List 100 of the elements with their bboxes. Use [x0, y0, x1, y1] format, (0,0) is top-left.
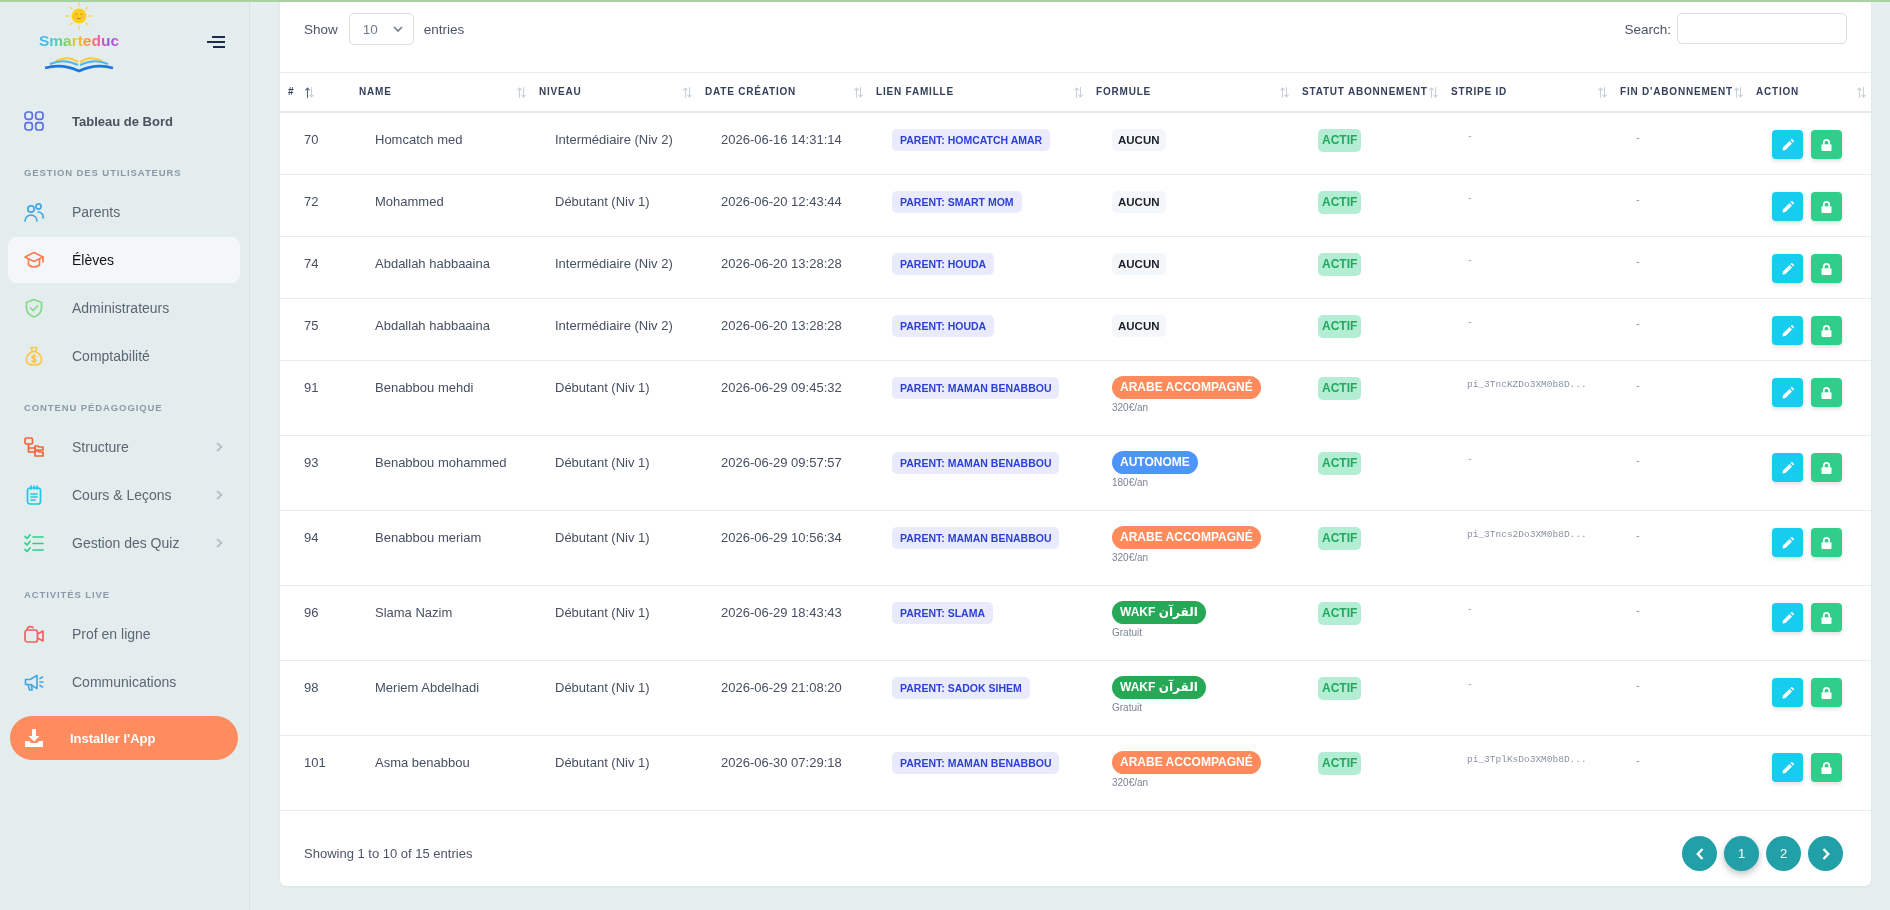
- edit-button[interactable]: [1772, 603, 1803, 632]
- column-header[interactable]: ACTION: [1756, 86, 1800, 98]
- lock-button[interactable]: [1811, 316, 1842, 345]
- level-text: Débutant (Niv 1): [555, 454, 650, 472]
- level-text: Débutant (Niv 1): [555, 529, 650, 547]
- edit-button[interactable]: [1772, 130, 1803, 159]
- lock-button[interactable]: [1811, 130, 1842, 159]
- notepad-icon: [24, 485, 44, 505]
- users-icon: [24, 202, 44, 222]
- plan-price: 320€/an: [1112, 552, 1149, 563]
- lock-button[interactable]: [1811, 603, 1842, 632]
- search-field[interactable]: [1677, 13, 1847, 44]
- edit-button[interactable]: [1772, 316, 1803, 345]
- column-header[interactable]: FORMULE: [1096, 86, 1152, 98]
- nav-item[interactable]: Parents: [8, 189, 240, 235]
- lock-icon: [1821, 386, 1832, 399]
- pencil-icon: [1781, 324, 1794, 337]
- column-header[interactable]: #: [288, 86, 295, 98]
- stripe-id: -: [1467, 192, 1473, 206]
- pencil-icon: [1781, 200, 1794, 213]
- nav-item[interactable]: Administrateurs: [8, 285, 240, 331]
- entries-select[interactable]: 10: [348, 13, 414, 45]
- lock-button[interactable]: [1811, 192, 1842, 221]
- status-badge: ACTIF: [1318, 452, 1362, 475]
- edit-button[interactable]: [1772, 453, 1803, 482]
- edit-button[interactable]: [1772, 192, 1803, 221]
- lock-icon: [1821, 686, 1832, 699]
- end-date: -: [1636, 378, 1640, 393]
- lock-icon: [1821, 262, 1832, 275]
- parent-badge: PARENT: HOMCATCH AMAR: [892, 129, 1051, 151]
- sun-icon: [63, 2, 95, 30]
- student-name: Benabbou mohammed: [375, 454, 507, 472]
- column-header[interactable]: DATE CRÉATION: [705, 86, 797, 98]
- student-name: Abdallah habbaaina: [375, 317, 490, 335]
- created-date: 2026-06-20 13:28:28: [721, 255, 842, 273]
- student-name: Benabbou meriam: [375, 529, 482, 547]
- student-name: Benabbou mehdi: [375, 379, 474, 397]
- entries-info: Showing 1 to 10 of 15 entries: [304, 846, 473, 861]
- column-header[interactable]: STATUT ABONNEMENT: [1302, 86, 1428, 98]
- column-header[interactable]: NAME: [359, 86, 392, 98]
- status-badge: ACTIF: [1318, 315, 1362, 338]
- plan-price: Gratuit: [1112, 702, 1142, 713]
- status-badge: ACTIF: [1318, 377, 1362, 400]
- lock-button[interactable]: [1811, 453, 1842, 482]
- row-id: 93: [304, 454, 319, 472]
- edit-button[interactable]: [1772, 678, 1803, 707]
- edit-button[interactable]: [1772, 254, 1803, 283]
- pencil-icon: [1781, 386, 1794, 399]
- plan-badge: WAKF القرآن: [1112, 601, 1206, 624]
- nav-item[interactable]: Structure: [8, 424, 240, 470]
- column-header[interactable]: STRIPE ID: [1451, 86, 1508, 98]
- stripe-id: -: [1467, 316, 1473, 330]
- end-date: -: [1636, 254, 1640, 269]
- chevron-left-icon: [1695, 847, 1704, 860]
- row-id: 101: [304, 754, 326, 772]
- plan-badge: AUCUN: [1112, 315, 1166, 337]
- edit-button[interactable]: [1772, 528, 1803, 557]
- nav-item[interactable]: Cours & Leçons: [8, 472, 240, 518]
- lock-button[interactable]: [1811, 378, 1842, 407]
- student-name: Meriem Abdelhadi: [375, 679, 480, 697]
- pencil-icon: [1781, 761, 1794, 774]
- lock-button[interactable]: [1811, 753, 1842, 782]
- end-date: -: [1636, 316, 1640, 331]
- end-date: -: [1636, 453, 1640, 468]
- lock-icon: [1821, 138, 1832, 151]
- parent-badge: PARENT: HOUDA: [892, 315, 995, 337]
- lock-button[interactable]: [1811, 528, 1842, 557]
- lock-button[interactable]: [1811, 678, 1842, 707]
- previous-page-button[interactable]: [1682, 836, 1717, 871]
- edit-button[interactable]: [1772, 753, 1803, 782]
- nav-item[interactable]: Gestion des Quiz: [8, 520, 240, 566]
- nav-item[interactable]: Élèves: [8, 237, 240, 283]
- level-text: Intermédiaire (Niv 2): [555, 255, 673, 273]
- lock-button[interactable]: [1811, 254, 1842, 283]
- entries-label: entries: [423, 21, 465, 37]
- end-date: -: [1636, 192, 1640, 207]
- plan-badge: ARABE ACCOMPAGNÉ: [1112, 526, 1261, 549]
- student-name: Asma benabbou: [375, 754, 470, 772]
- stripe-id: -: [1467, 678, 1473, 692]
- parent-badge: PARENT: MAMAN BENABBOU: [892, 752, 1060, 774]
- column-header[interactable]: NIVEAU: [539, 86, 582, 98]
- lock-icon: [1821, 611, 1832, 624]
- pencil-icon: [1781, 461, 1794, 474]
- column-header[interactable]: LIEN FAMILLE: [876, 86, 954, 98]
- pencil-icon: [1781, 536, 1794, 549]
- nav-item[interactable]: Communications: [8, 659, 240, 705]
- plan-badge: WAKF القرآن: [1112, 676, 1206, 699]
- next-page-button[interactable]: [1808, 836, 1843, 871]
- nav-item[interactable]: Prof en ligne: [8, 611, 240, 657]
- column-header[interactable]: FIN D'ABONNEMENT: [1620, 86, 1733, 98]
- row-id: 94: [304, 529, 319, 547]
- parent-badge: PARENT: HOUDA: [892, 253, 995, 275]
- nav-item[interactable]: Comptabilité: [8, 333, 240, 379]
- created-date: 2026-06-29 21:08:20: [721, 679, 842, 697]
- level-text: Débutant (Niv 1): [555, 679, 650, 697]
- nav-item[interactable]: Tableau de Bord: [8, 98, 240, 144]
- menu-icon[interactable]: [207, 36, 225, 48]
- edit-button[interactable]: [1772, 378, 1803, 407]
- created-date: 2026-06-29 09:57:57: [721, 454, 842, 472]
- level-text: Débutant (Niv 1): [555, 754, 650, 772]
